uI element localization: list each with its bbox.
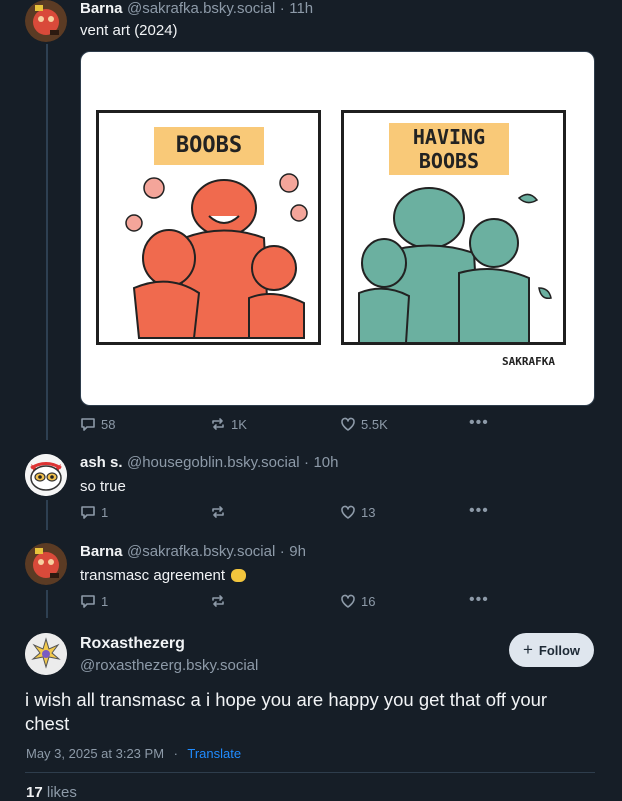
post-handle[interactable]: @sakrafka.bsky.social bbox=[127, 0, 275, 17]
like-button[interactable]: 16 bbox=[340, 593, 375, 609]
post-time[interactable]: 11h bbox=[289, 0, 313, 17]
heart-icon bbox=[341, 417, 355, 431]
post-actions: 58 1K 5.5K ••• bbox=[80, 414, 600, 436]
plus-icon: + bbox=[522, 640, 533, 659]
focus-author[interactable]: Roxasthezerg bbox=[80, 635, 185, 653]
post-text: so true bbox=[80, 478, 126, 495]
focus-handle[interactable]: @roxasthezerg.bsky.social bbox=[80, 657, 258, 674]
follow-label: Follow bbox=[538, 642, 581, 658]
comic-figures-red bbox=[125, 173, 308, 339]
heart-icon bbox=[341, 505, 355, 519]
separator: · bbox=[303, 454, 309, 471]
thread-line bbox=[46, 500, 48, 530]
follow-button[interactable]: + Follow bbox=[509, 633, 594, 667]
repost-button[interactable] bbox=[210, 504, 226, 520]
post-actions: 1 16 ••• bbox=[80, 591, 600, 613]
thread-line bbox=[46, 44, 48, 440]
divider bbox=[25, 772, 595, 773]
like-button[interactable]: 5.5K bbox=[340, 416, 388, 432]
likes-link[interactable]: 17 likes bbox=[26, 784, 77, 801]
like-count: 16 bbox=[361, 593, 376, 609]
more-options-icon[interactable]: ••• bbox=[469, 502, 489, 520]
post-author[interactable]: ash s. bbox=[80, 454, 123, 471]
repost-count: 1K bbox=[231, 416, 247, 432]
repost-icon bbox=[212, 506, 224, 518]
translate-link[interactable]: Translate bbox=[187, 746, 241, 761]
comic-figures-teal bbox=[358, 187, 552, 343]
comic-label-left: BOOBS bbox=[154, 127, 264, 165]
separator: · bbox=[173, 746, 178, 761]
comic-label-right: HAVING BOOBS bbox=[389, 123, 509, 175]
reply-icon bbox=[81, 595, 95, 608]
post-author[interactable]: Barna bbox=[80, 543, 123, 560]
post-actions: 1 13 ••• bbox=[80, 502, 600, 524]
reply-icon bbox=[81, 418, 95, 431]
separator: · bbox=[279, 0, 285, 17]
thread-line bbox=[46, 590, 48, 618]
focus-text: i wish all transmasc a i hope you are ha… bbox=[25, 689, 548, 734]
avatar[interactable] bbox=[25, 543, 67, 585]
separator: · bbox=[279, 543, 285, 560]
post-author[interactable]: Barna bbox=[80, 0, 123, 17]
comic-signature: SAKRAFKA bbox=[502, 355, 555, 368]
likes-label: likes bbox=[46, 784, 77, 801]
like-count: 13 bbox=[361, 504, 376, 520]
post-text: transmasc agreement bbox=[80, 567, 226, 584]
more-options-icon[interactable]: ••• bbox=[469, 591, 489, 609]
post-text: vent art (2024) bbox=[80, 22, 178, 39]
comic-panel-left: BOOBS bbox=[96, 110, 321, 345]
reply-button[interactable]: 1 bbox=[80, 593, 108, 609]
repost-icon bbox=[212, 595, 224, 607]
repost-button[interactable] bbox=[210, 593, 226, 609]
handshake-emoji-icon bbox=[231, 569, 247, 582]
reply-count: 58 bbox=[101, 416, 116, 432]
reply-icon bbox=[81, 506, 95, 519]
post-time[interactable]: 9h bbox=[289, 543, 306, 560]
reply-button[interactable]: 58 bbox=[80, 416, 115, 432]
avatar[interactable] bbox=[25, 454, 67, 496]
repost-button[interactable]: 1K bbox=[210, 416, 247, 432]
heart-icon bbox=[341, 594, 355, 608]
post-image[interactable]: BOOBS HAVING BOOBS SAKRAFKA bbox=[80, 51, 595, 406]
post-handle[interactable]: @sakrafka.bsky.social bbox=[127, 543, 275, 560]
more-options-icon[interactable]: ••• bbox=[469, 414, 489, 432]
focus-timestamp: May 3, 2025 at 3:23 PM bbox=[26, 746, 165, 761]
avatar[interactable] bbox=[25, 633, 67, 675]
post-handle[interactable]: @housegoblin.bsky.social bbox=[127, 454, 300, 471]
reply-count: 1 bbox=[101, 593, 109, 609]
post-time[interactable]: 10h bbox=[313, 454, 338, 471]
like-count: 5.5K bbox=[361, 416, 388, 432]
like-button[interactable]: 13 bbox=[340, 504, 375, 520]
avatar[interactable] bbox=[25, 0, 67, 42]
reply-button[interactable]: 1 bbox=[80, 504, 108, 520]
reply-count: 1 bbox=[101, 504, 109, 520]
comic-panel-right: HAVING BOOBS SAKRAFKA bbox=[341, 110, 566, 368]
repost-icon bbox=[212, 418, 224, 430]
likes-count: 17 bbox=[26, 784, 43, 801]
